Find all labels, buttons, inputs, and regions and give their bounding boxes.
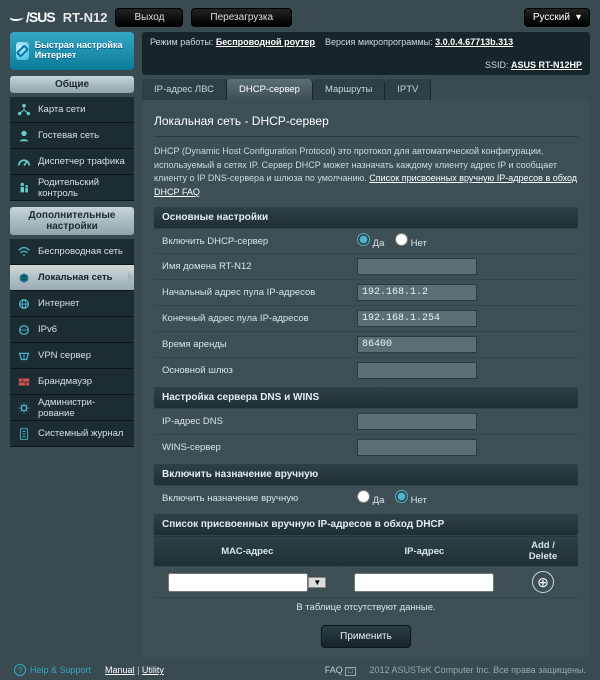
language-select[interactable]: Русский ▾ bbox=[524, 8, 590, 27]
tab-iptv[interactable]: IPTV bbox=[385, 79, 431, 100]
sidebar-item-traffic-manager[interactable]: Диспетчер трафика bbox=[10, 149, 134, 175]
chevron-down-icon: ▾ bbox=[576, 12, 581, 23]
log-icon bbox=[16, 426, 32, 442]
sidebar-item-system-log[interactable]: Системный журнал bbox=[10, 421, 134, 447]
input-wins[interactable] bbox=[357, 439, 477, 456]
sidebar-item-administration[interactable]: Администри-рование bbox=[10, 395, 134, 421]
label-enable-dhcp: Включить DHCP-сервер bbox=[154, 229, 349, 254]
section-dns-wins: Настройка сервера DNS и WINS bbox=[154, 387, 578, 408]
input-ip-address[interactable] bbox=[354, 573, 494, 592]
apply-button[interactable]: Применить bbox=[321, 625, 411, 648]
tab-routes[interactable]: Маршруты bbox=[313, 79, 385, 100]
sidebar-item-label: Локальная сеть bbox=[38, 272, 113, 283]
mode-link[interactable]: Беспроводной роутер bbox=[216, 37, 315, 47]
quick-setup-label: Быстрая настройка Интернет bbox=[35, 41, 128, 61]
input-gateway[interactable] bbox=[357, 362, 477, 379]
firewall-icon bbox=[16, 374, 32, 390]
tab-dhcp-server[interactable]: DHCP-сервер bbox=[227, 79, 313, 100]
lan-icon bbox=[16, 270, 32, 286]
add-entry-button[interactable]: ⊕ bbox=[532, 571, 554, 593]
sidebar-item-ipv6[interactable]: IPv6 bbox=[10, 317, 134, 343]
logout-button[interactable]: Выход bbox=[115, 8, 183, 27]
manual-link[interactable]: Manual bbox=[105, 665, 135, 675]
globe-icon bbox=[16, 296, 32, 312]
input-domain-name[interactable] bbox=[357, 258, 477, 275]
vpn-icon bbox=[16, 348, 32, 364]
sidebar-item-label: Родительский контроль bbox=[38, 177, 128, 199]
col-mac: МАС-адрес bbox=[154, 536, 341, 567]
model-name: RT-N12 bbox=[63, 10, 108, 25]
guest-icon bbox=[16, 128, 32, 144]
magic-wand-icon bbox=[16, 42, 29, 60]
sidebar-item-label: Администри-рование bbox=[38, 397, 128, 419]
sidebar-header-general: Общие bbox=[10, 76, 134, 93]
section-manual-enable: Включить назначение вручную bbox=[154, 464, 578, 485]
ipv6-icon bbox=[16, 322, 32, 338]
sidebar-item-label: Диспетчер трафика bbox=[38, 156, 125, 167]
gear-icon bbox=[16, 400, 32, 416]
sidebar-item-label: VPN сервер bbox=[38, 350, 91, 361]
radio-manual-no[interactable]: Нет bbox=[395, 495, 427, 506]
sidebar-item-label: Карта сети bbox=[38, 104, 85, 115]
sidebar-item-guest-network[interactable]: Гостевая сеть bbox=[10, 123, 134, 149]
sidebar-header-advanced: Дополнительные настройки bbox=[10, 207, 134, 235]
sidebar-item-parental-control[interactable]: Родительский контроль bbox=[10, 175, 134, 201]
help-support-link[interactable]: ? Help & Support bbox=[14, 664, 91, 676]
copyright: 2012 ASUSTeK Computer Inc. Все права защ… bbox=[370, 665, 586, 675]
mac-dropdown-button[interactable]: ▼ bbox=[308, 577, 326, 588]
sidebar-item-firewall[interactable]: Брандмауэр bbox=[10, 369, 134, 395]
label-lease-time: Время аренды bbox=[154, 332, 349, 358]
label-wins: WINS-сервер bbox=[154, 435, 349, 461]
parental-icon bbox=[16, 180, 32, 196]
ssid-link[interactable]: ASUS RT-N12HP bbox=[511, 60, 582, 70]
section-manual-list: Список присвоенных вручную IP-адресов в … bbox=[154, 514, 578, 535]
sidebar-item-label: Брандмауэр bbox=[38, 376, 92, 387]
firmware-link[interactable]: 3.0.0.4.67713b.313 bbox=[435, 37, 513, 47]
wifi-icon bbox=[16, 244, 32, 260]
sidebar-item-label: Беспроводная сеть bbox=[38, 246, 123, 257]
utility-link[interactable]: Utility bbox=[142, 665, 164, 675]
sidebar-item-wireless[interactable]: Беспроводная сеть bbox=[10, 239, 134, 265]
page-title: Локальная сеть - DHCP-сервер bbox=[154, 110, 578, 137]
sidebar-item-wan[interactable]: Интернет bbox=[10, 291, 134, 317]
sidebar-item-vpn[interactable]: VPN сервер bbox=[10, 343, 134, 369]
input-pool-end[interactable] bbox=[357, 310, 477, 327]
faq-link[interactable]: FAQ □ bbox=[325, 665, 356, 675]
label-domain-name: Имя домена RT-N12 bbox=[154, 254, 349, 280]
language-label: Русский bbox=[533, 12, 570, 23]
help-icon: ? bbox=[14, 664, 26, 676]
radio-manual-yes[interactable]: Да bbox=[357, 495, 384, 506]
label-manual-enable: Включить назначение вручную bbox=[154, 486, 349, 511]
network-map-icon bbox=[16, 102, 32, 118]
sidebar-item-network-map[interactable]: Карта сети bbox=[10, 97, 134, 123]
faq-expand-icon: □ bbox=[345, 667, 355, 676]
page-description: DHCP (Dynamic Host Configuration Protoco… bbox=[154, 145, 578, 199]
sidebar-item-label: Гостевая сеть bbox=[38, 130, 99, 141]
tab-lan-ip[interactable]: IP-адрес ЛВС bbox=[142, 79, 227, 100]
input-dns-ip[interactable] bbox=[357, 413, 477, 430]
sidebar-item-label: IPv6 bbox=[38, 324, 57, 335]
label-gateway: Основной шлюз bbox=[154, 358, 349, 384]
sidebar-item-label: Интернет bbox=[38, 298, 79, 309]
sidebar-item-label: Системный журнал bbox=[38, 428, 123, 439]
info-bar: Режим работы: Беспроводной роутер Версия… bbox=[142, 32, 590, 75]
radio-dhcp-no[interactable]: Нет bbox=[395, 238, 427, 249]
label-pool-start: Начальный адрес пула IP-адресов bbox=[154, 280, 349, 306]
input-mac-address[interactable] bbox=[168, 573, 308, 592]
quick-setup-button[interactable]: Быстрая настройка Интернет bbox=[10, 32, 134, 70]
label-pool-end: Конечный адрес пула IP-адресов bbox=[154, 306, 349, 332]
traffic-icon bbox=[16, 154, 32, 170]
reboot-button[interactable]: Перезагрузка bbox=[191, 8, 292, 27]
radio-dhcp-yes[interactable]: Да bbox=[357, 238, 384, 249]
brand-logo: /SUS bbox=[10, 9, 55, 25]
input-pool-start[interactable] bbox=[357, 284, 477, 301]
label-dns-ip: IP-адрес DNS bbox=[154, 409, 349, 435]
col-ip: IP-адрес bbox=[341, 536, 508, 567]
empty-table-message: В таблице отсутствуют данные. bbox=[154, 598, 578, 618]
sidebar-item-lan[interactable]: Локальная сеть bbox=[10, 265, 134, 291]
section-basic-settings: Основные настройки bbox=[154, 207, 578, 228]
input-lease-time[interactable] bbox=[357, 336, 477, 353]
col-action: Add / Delete bbox=[508, 536, 578, 567]
